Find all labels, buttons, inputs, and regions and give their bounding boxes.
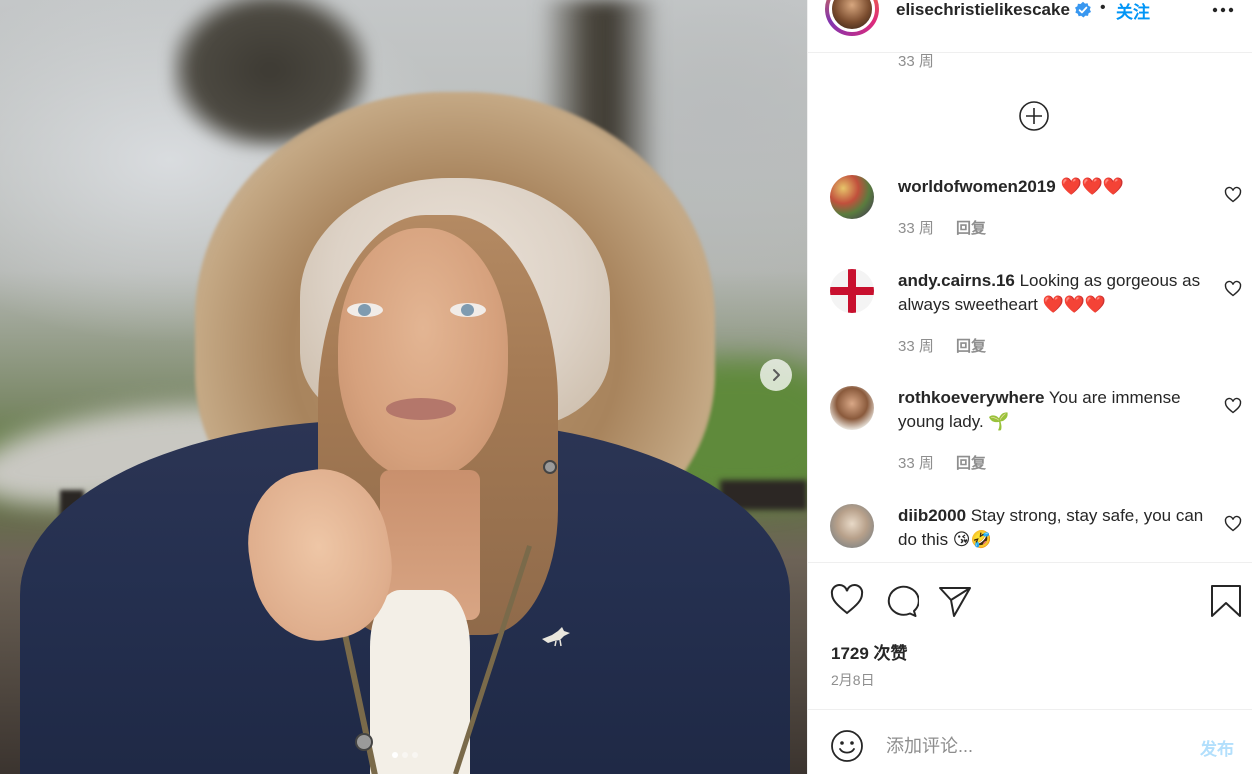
emoji-smile-icon[interactable] — [830, 729, 864, 763]
comment-meta: 33 周 回复 — [898, 452, 986, 473]
knit-top — [370, 590, 470, 774]
carousel-next-button[interactable] — [760, 359, 792, 391]
verified-badge-icon — [1075, 1, 1091, 18]
comment-body: worldofwomen2019 ❤️❤️❤️ — [898, 175, 1213, 199]
caption-time: 33 周 — [898, 53, 934, 70]
paper-plane-icon[interactable] — [937, 583, 973, 619]
reply-button[interactable]: 回复 — [956, 455, 986, 472]
commenter-avatar[interactable] — [830, 504, 874, 548]
caption-meta: 33 周 — [898, 53, 934, 71]
comment-time: 33 周 — [898, 338, 934, 355]
heart-icon[interactable] — [1224, 397, 1242, 415]
commenter-avatar[interactable] — [830, 269, 874, 313]
post-date: 2月8日 — [831, 672, 875, 688]
post-header: elisechristielikescake • 关注 — [808, 0, 1252, 53]
comment-bubble-icon[interactable] — [883, 583, 919, 619]
post-actions: 1729 次赞 2月8日 — [808, 562, 1252, 710]
post-photo[interactable] — [0, 0, 807, 774]
author-username[interactable]: elisechristielikescake — [896, 0, 1070, 20]
more-options-icon[interactable] — [1208, 0, 1238, 20]
heart-icon[interactable] — [1224, 186, 1242, 204]
commenter-username[interactable]: diib2000 — [898, 506, 966, 525]
comment-body: diib2000 Stay strong, stay safe, you can… — [898, 504, 1213, 552]
heart-icon[interactable] — [1224, 280, 1242, 298]
comment-body: rothkoeverywhere You are immense young l… — [898, 386, 1213, 434]
separator-dot: • — [1100, 0, 1106, 16]
england-flag-icon — [830, 269, 874, 313]
post-comment-button[interactable]: 发布 — [1200, 735, 1234, 760]
carousel-dot — [402, 752, 408, 758]
heart-icon[interactable] — [829, 583, 865, 619]
carousel-dot — [412, 752, 418, 758]
left-eye — [347, 303, 383, 317]
comment-time: 33 周 — [898, 455, 934, 472]
carousel-indicator — [392, 752, 418, 758]
lips — [386, 398, 456, 420]
comment-text: ❤️❤️❤️ — [1060, 177, 1125, 196]
comment-body: andy.cairns.16 Looking as gorgeous as al… — [898, 269, 1213, 317]
bookmark-icon[interactable] — [1208, 583, 1244, 619]
right-eye — [450, 303, 486, 317]
author-avatar[interactable] — [825, 0, 879, 36]
plus-circle-icon[interactable] — [1018, 100, 1050, 132]
reply-button[interactable]: 回复 — [956, 338, 986, 355]
commenter-username[interactable]: andy.cairns.16 — [898, 271, 1015, 290]
likes-count[interactable]: 1729 次赞 — [831, 639, 908, 664]
comment-meta: 33 周 回复 — [898, 335, 986, 356]
carousel-dot-active — [392, 752, 398, 758]
commenter-avatar[interactable] — [830, 175, 874, 219]
follow-button[interactable]: 关注 — [1116, 0, 1150, 23]
comment-meta: 33 周 回复 — [898, 217, 986, 238]
heart-icon[interactable] — [1224, 515, 1242, 533]
commenter-username[interactable]: worldofwomen2019 — [898, 177, 1056, 196]
jacket-snap-upper — [543, 460, 557, 474]
reply-button[interactable]: 回复 — [956, 220, 986, 237]
post-sidebar: elisechristielikescake • 关注 33 周 worldof… — [807, 0, 1252, 774]
comment-time: 33 周 — [898, 220, 934, 237]
chevron-right-icon — [773, 369, 780, 381]
comment-input[interactable] — [884, 732, 1188, 760]
face — [338, 228, 508, 478]
comments-list[interactable]: 33 周 worldofwomen2019 ❤️❤️❤️ 33 周 回复 and… — [808, 53, 1252, 562]
commenter-avatar[interactable] — [830, 386, 874, 430]
jacket-snap — [355, 733, 373, 751]
add-comment-bar: 发布 — [808, 709, 1252, 775]
bird-logo-icon — [542, 627, 570, 647]
commenter-username[interactable]: rothkoeverywhere — [898, 388, 1044, 407]
